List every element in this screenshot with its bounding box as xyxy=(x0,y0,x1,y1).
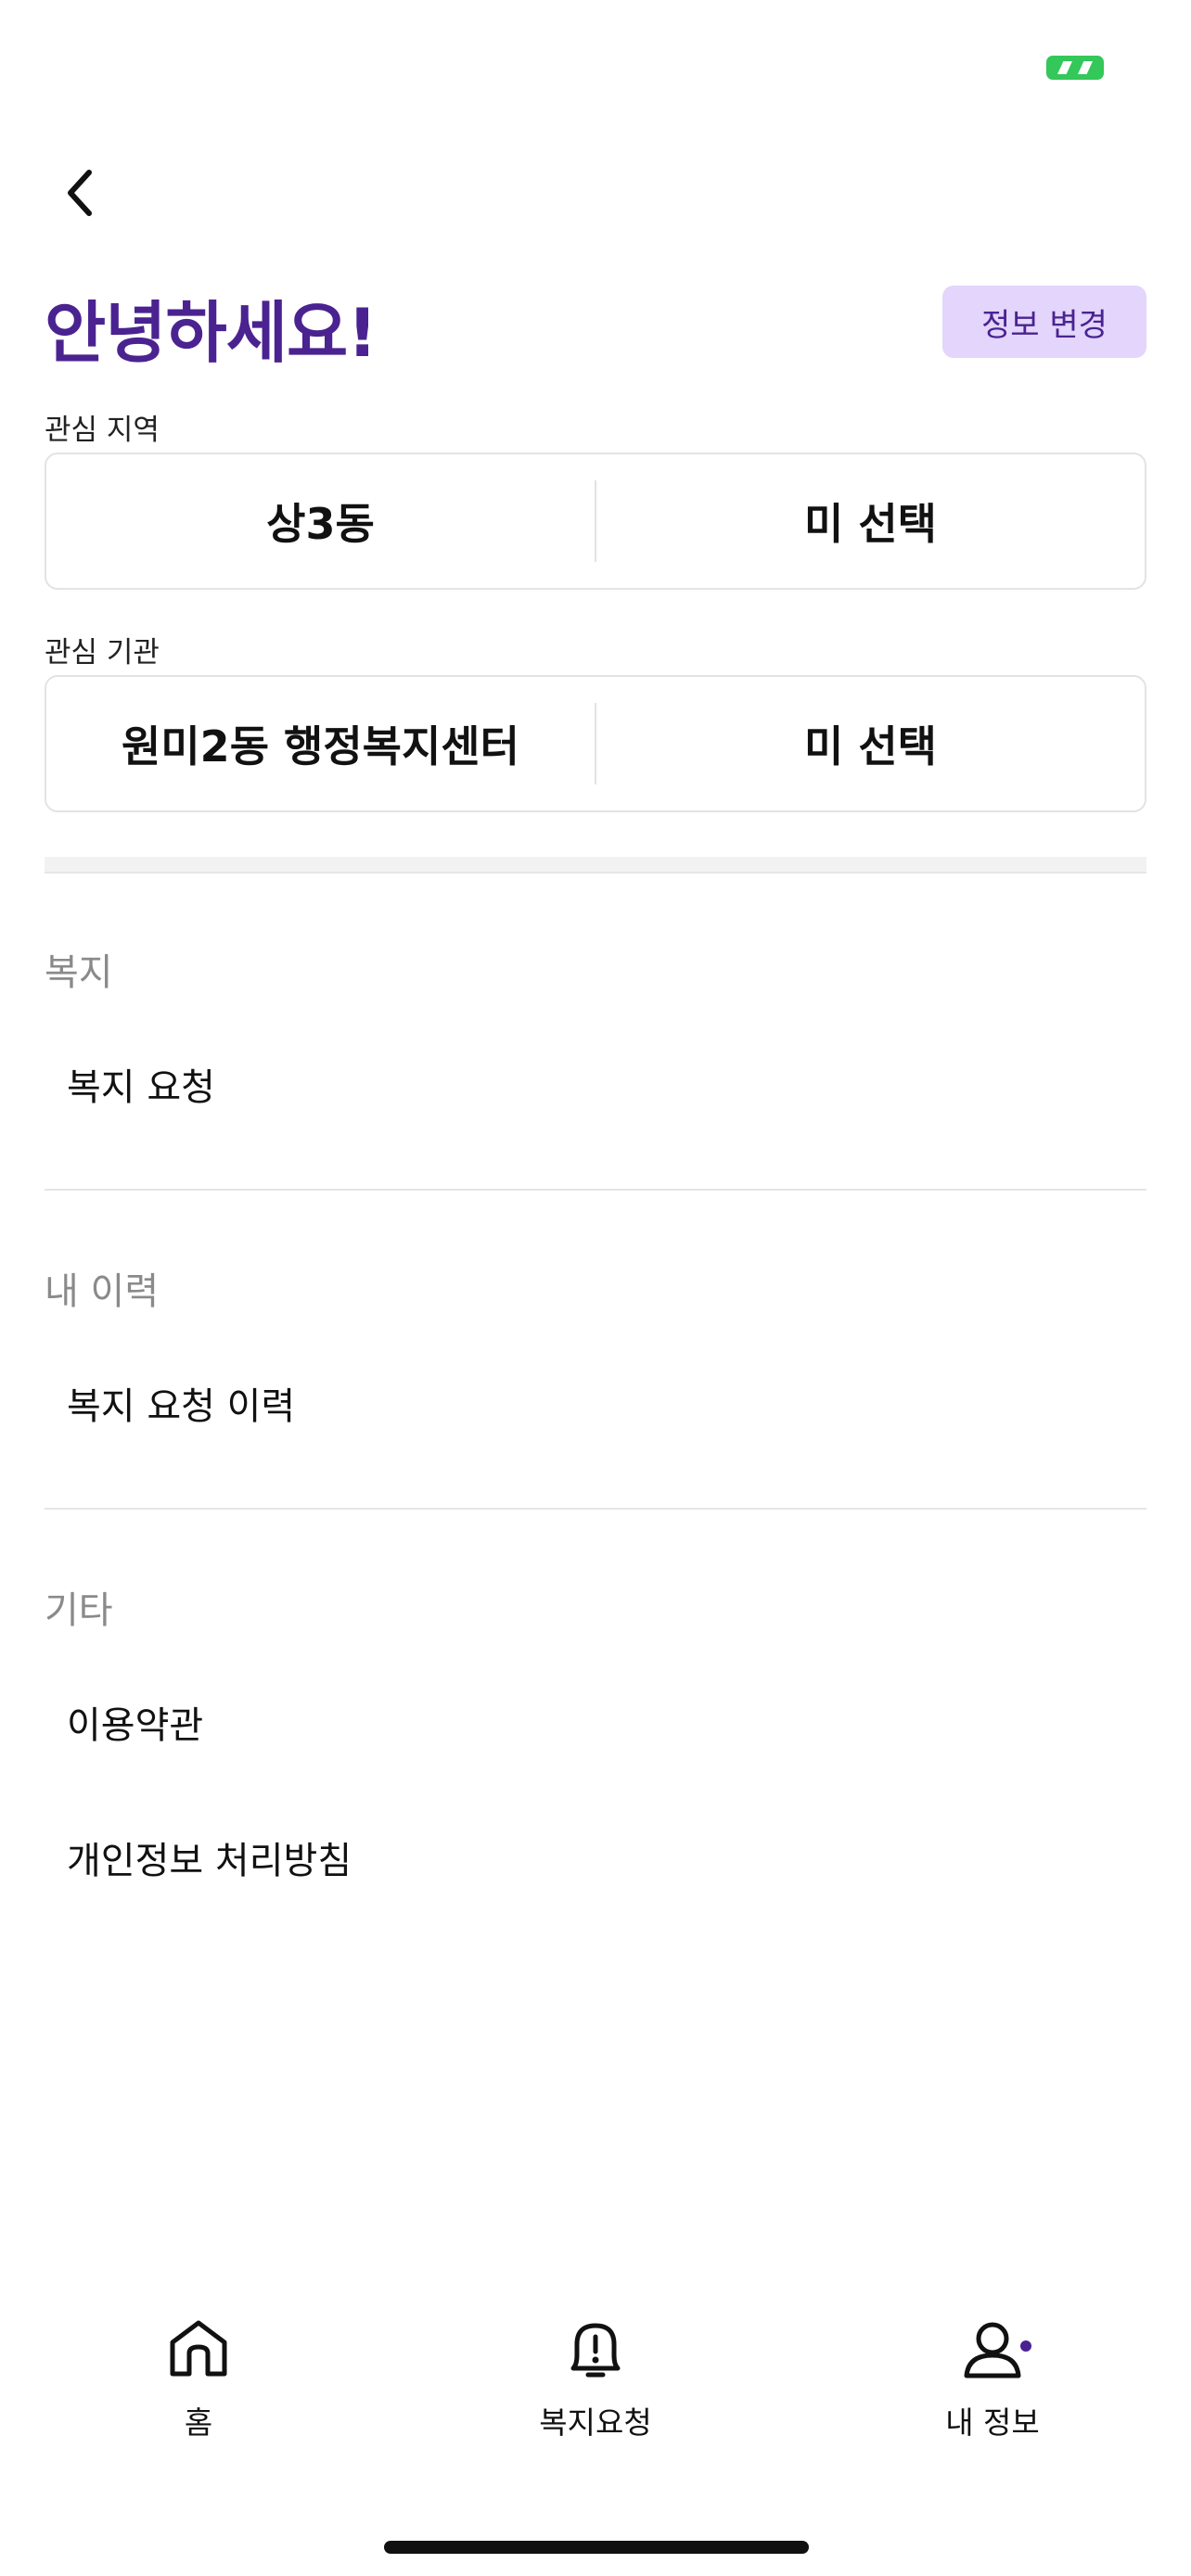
person-icon xyxy=(964,2322,1021,2378)
tab-welfare-request[interactable]: 복지요청 xyxy=(484,2318,707,2442)
menu-item-terms[interactable]: 이용약관 xyxy=(67,1695,203,1749)
home-indicator xyxy=(384,2541,809,2554)
tab-welfare-request-label: 복지요청 xyxy=(539,2404,652,2441)
interest-region-box: 상3동 미 선택 xyxy=(45,453,1146,590)
divider xyxy=(45,1189,1146,1191)
interest-region-first[interactable]: 상3동 xyxy=(46,491,595,552)
interest-agency-box: 원미2동 행정복지센터 미 선택 xyxy=(45,675,1146,812)
page-title: 안녕하세요! xyxy=(45,294,378,372)
edit-info-button[interactable]: 정보 변경 xyxy=(942,286,1146,358)
interest-region-label: 관심 지역 xyxy=(45,414,160,447)
back-button[interactable] xyxy=(52,165,108,221)
interest-region-second[interactable]: 미 선택 xyxy=(596,491,1145,552)
section-title-welfare: 복지 xyxy=(45,951,113,994)
divider xyxy=(45,1508,1146,1510)
section-divider xyxy=(45,857,1146,874)
interest-agency-first[interactable]: 원미2동 행정복지센터 xyxy=(46,713,595,774)
interest-agency-second[interactable]: 미 선택 xyxy=(596,713,1145,774)
status-indicator-icon xyxy=(1046,56,1104,80)
section-title-etc: 기타 xyxy=(45,1589,113,1632)
section-title-history: 내 이력 xyxy=(45,1270,160,1313)
tab-home-label: 홈 xyxy=(184,2404,213,2441)
chevron-left-icon xyxy=(68,170,92,216)
tab-my-info[interactable]: 내 정보 xyxy=(881,2318,1104,2442)
menu-item-request-history[interactable]: 복지 요청 이력 xyxy=(67,1376,295,1430)
interest-agency-label: 관심 기관 xyxy=(45,636,160,670)
home-icon xyxy=(170,2320,227,2377)
menu-item-welfare-request[interactable]: 복지 요청 xyxy=(67,1057,215,1111)
active-tab-indicator xyxy=(1020,2340,1031,2352)
alert-bell-icon xyxy=(570,2323,621,2378)
tab-my-info-label: 내 정보 xyxy=(945,2404,1040,2441)
menu-item-privacy-policy[interactable]: 개인정보 처리방침 xyxy=(67,1830,352,1884)
tab-bar: 홈 복지요청 내 정보 xyxy=(0,2318,1191,2485)
tab-home[interactable]: 홈 xyxy=(87,2318,310,2442)
